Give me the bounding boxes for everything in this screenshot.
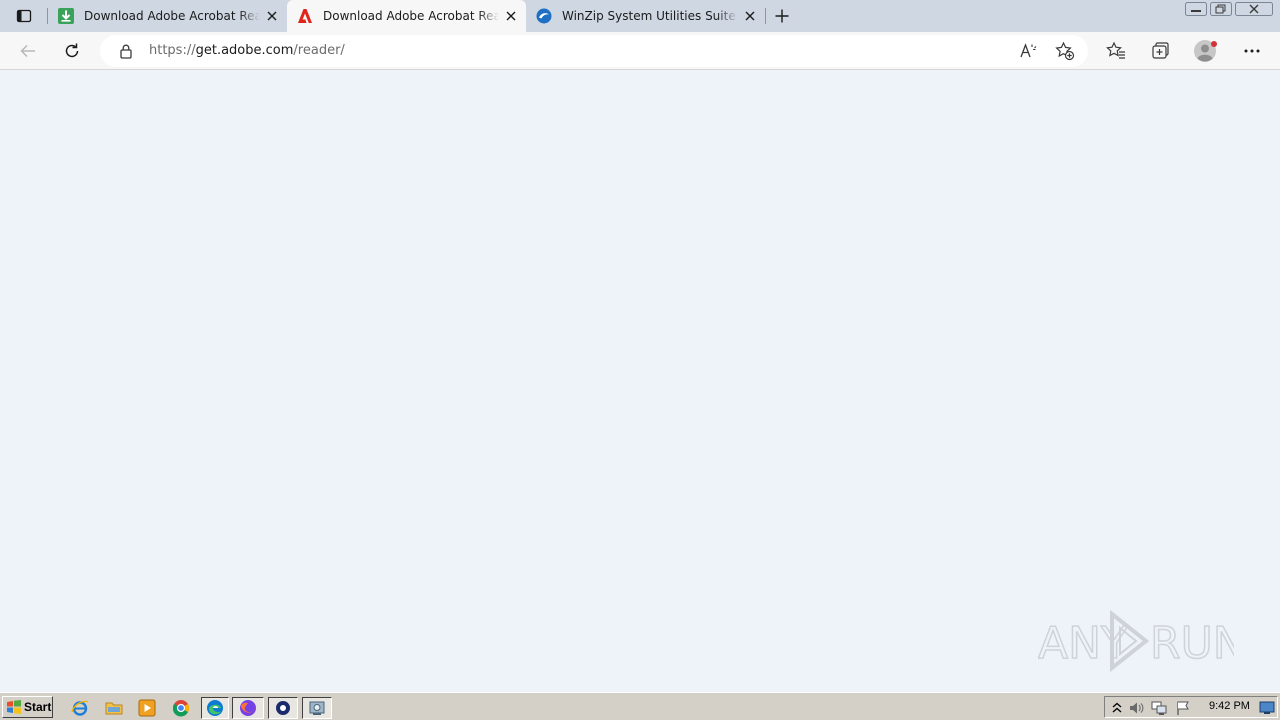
action-center-button[interactable]	[1175, 700, 1191, 716]
favorites-icon	[1106, 41, 1125, 59]
taskbar-firefox[interactable]	[232, 697, 264, 719]
adobe-icon	[297, 8, 313, 24]
refresh-button[interactable]	[58, 37, 86, 65]
minimize-icon	[1185, 2, 1207, 16]
tab-download-acrobat-1[interactable]: Download Adobe Acrobat Reader	[48, 0, 286, 32]
show-desktop-button[interactable]	[1259, 700, 1275, 716]
watermark-run: RUN	[1150, 618, 1234, 669]
close-tab-icon[interactable]	[740, 6, 760, 26]
watermark-any: ANY	[1038, 618, 1128, 669]
tab-separator	[765, 8, 766, 24]
volume-icon	[1130, 702, 1144, 714]
desktop-icon	[1259, 701, 1275, 714]
new-tab-button[interactable]	[771, 5, 793, 27]
network-button[interactable]	[1151, 700, 1167, 716]
windows-flag-icon	[7, 700, 21, 714]
close-window-button[interactable]	[1234, 0, 1274, 18]
chrome-icon	[172, 700, 190, 717]
winzip-icon	[536, 8, 552, 24]
tab-title: WinZip System Utilities Suite - Your	[562, 9, 738, 23]
star-add-icon	[1055, 41, 1075, 61]
url-path: /reader/	[293, 43, 345, 58]
plus-icon	[775, 9, 789, 23]
ie-icon	[71, 700, 89, 716]
download-arrow-icon	[58, 8, 74, 24]
tab-winzip[interactable]: WinZip System Utilities Suite - Your	[526, 0, 764, 32]
restore-button[interactable]	[1209, 0, 1233, 18]
profile-button[interactable]	[1192, 37, 1220, 65]
tab-actions-icon	[16, 9, 32, 23]
more-dots-icon	[1244, 49, 1260, 53]
close-tab-icon[interactable]	[262, 6, 282, 26]
volume-button[interactable]	[1129, 700, 1145, 716]
chevron-up-icon	[1112, 702, 1122, 713]
back-arrow-icon	[20, 44, 35, 58]
close-tab-icon[interactable]	[501, 6, 521, 26]
opera-icon	[276, 701, 290, 715]
favorites-button[interactable]	[1102, 37, 1130, 65]
address-bar[interactable]: https://get.adobe.com/reader/	[100, 35, 1088, 67]
minimize-button[interactable]	[1184, 0, 1208, 18]
url-text[interactable]: https://get.adobe.com/reader/	[149, 43, 345, 59]
quicklaunch-chrome[interactable]	[169, 697, 193, 719]
close-window-icon	[1235, 2, 1273, 16]
read-aloud-button[interactable]	[1017, 39, 1041, 63]
url-scheme: https://	[149, 43, 196, 58]
system-tray: 9:42 PM	[1104, 696, 1278, 718]
tab-strip: Download Adobe Acrobat Reader Download A…	[0, 0, 1280, 32]
collections-icon	[1152, 42, 1169, 59]
media-player-icon	[138, 699, 156, 717]
anyrun-watermark: ANY RUN	[1038, 609, 1234, 673]
tab-actions-button[interactable]	[8, 5, 40, 27]
back-button[interactable]	[14, 37, 42, 65]
flag-icon	[1177, 701, 1189, 715]
clock[interactable]: 9:42 PM	[1209, 700, 1250, 712]
add-favorite-button[interactable]	[1053, 39, 1077, 63]
quicklaunch-media[interactable]	[135, 697, 159, 719]
tab-title: Download Adobe Acrobat Reader	[323, 9, 499, 23]
refresh-icon	[65, 43, 79, 58]
show-hidden-icons-button[interactable]	[1109, 700, 1125, 716]
restore-icon	[1210, 2, 1232, 16]
page-content	[0, 71, 1280, 692]
network-icon	[1151, 701, 1167, 715]
avatar-icon	[1194, 40, 1217, 62]
start-label: Start	[24, 700, 52, 714]
settings-more-button[interactable]	[1238, 37, 1266, 65]
lock-icon[interactable]	[118, 43, 134, 59]
quicklaunch-ie[interactable]	[68, 697, 92, 719]
browser-toolbar: https://get.adobe.com/reader/	[0, 32, 1280, 70]
taskbar-app[interactable]	[302, 697, 332, 719]
taskbar-edge[interactable]	[201, 697, 229, 719]
collections-button[interactable]	[1146, 37, 1174, 65]
tab-download-acrobat-2[interactable]: Download Adobe Acrobat Reader	[287, 0, 526, 32]
read-aloud-icon	[1020, 43, 1037, 58]
edge-icon	[207, 700, 223, 716]
firefox-icon	[240, 700, 256, 716]
app-icon	[309, 701, 325, 715]
folder-icon	[105, 702, 123, 715]
taskbar-opera[interactable]	[268, 697, 298, 719]
taskbar: Start 9:42 PM	[0, 692, 1280, 720]
url-host: get.adobe.com	[195, 43, 294, 58]
start-button[interactable]: Start	[2, 696, 53, 718]
tab-title: Download Adobe Acrobat Reader	[84, 9, 260, 23]
quicklaunch-explorer[interactable]	[102, 697, 126, 719]
